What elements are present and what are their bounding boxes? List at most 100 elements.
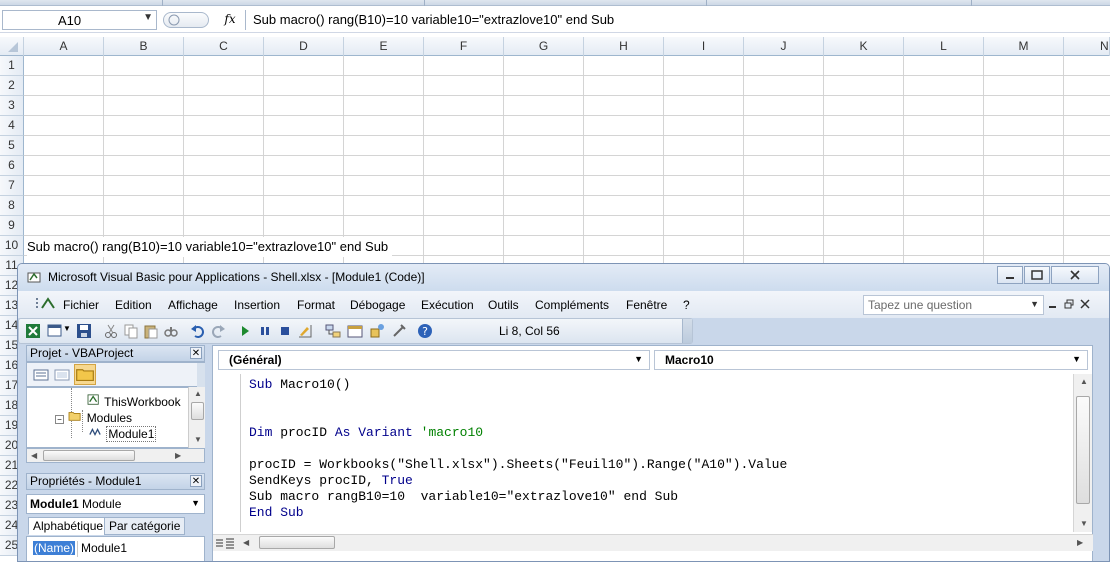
scroll-thumb[interactable] <box>43 450 135 461</box>
object-combo[interactable]: (Général) ▼ <box>218 350 650 370</box>
chevron-down-icon[interactable]: ▼ <box>634 354 643 364</box>
redo-icon[interactable] <box>210 323 226 339</box>
code-vertical-scrollbar[interactable]: ▲ ▼ <box>1073 374 1092 532</box>
project-tree-hscrollbar[interactable]: ◀ ▶ <box>26 448 205 463</box>
maximize-button[interactable] <box>1024 266 1050 284</box>
mdi-close-button[interactable] <box>1080 299 1090 312</box>
row-header[interactable]: 7 <box>0 176 24 196</box>
mdi-minimize-button[interactable] <box>1048 299 1058 312</box>
menu-outils[interactable]: Outils <box>488 298 519 312</box>
scroll-left-icon[interactable]: ◀ <box>31 451 37 460</box>
toggle-folders-button[interactable] <box>74 364 96 385</box>
properties-object-select[interactable]: Module1 Module ▼ <box>26 494 205 514</box>
row-header[interactable]: 5 <box>0 136 24 156</box>
copy-icon[interactable] <box>123 323 139 339</box>
paste-icon[interactable] <box>143 323 159 339</box>
chevron-down-icon[interactable]: ▼ <box>143 12 153 23</box>
project-explorer-icon[interactable] <box>325 323 341 339</box>
menu-affichage[interactable]: Affichage <box>168 298 218 312</box>
name-box[interactable]: A10 ▼ <box>2 10 157 30</box>
project-pane-close-button[interactable]: ✕ <box>190 347 202 359</box>
toolbar-overflow-button[interactable] <box>682 319 692 343</box>
property-key-name[interactable]: (Name) <box>33 541 76 555</box>
tab-par-categorie[interactable]: Par catégorie <box>104 517 186 535</box>
stop-icon[interactable] <box>277 323 293 339</box>
scroll-up-icon[interactable]: ▲ <box>1080 377 1088 386</box>
menu-complements[interactable]: Compléments <box>535 298 609 312</box>
menu-format[interactable]: Format <box>297 298 335 312</box>
help-icon[interactable]: ? <box>417 323 433 339</box>
vba-title-bar[interactable]: Microsoft Visual Basic pour Applications… <box>18 264 1109 291</box>
properties-pane-close-button[interactable]: ✕ <box>190 475 202 487</box>
find-icon[interactable] <box>163 323 179 339</box>
menu-fichier[interactable]: Fichier <box>63 298 99 312</box>
run-icon[interactable] <box>237 323 253 339</box>
column-header[interactable]: B <box>104 37 184 56</box>
undo-icon[interactable] <box>190 323 206 339</box>
scroll-left-icon[interactable]: ◀ <box>243 538 249 547</box>
property-value-name[interactable]: Module1 <box>77 541 201 557</box>
column-header[interactable]: M <box>984 37 1064 56</box>
insert-userform-icon[interactable] <box>47 323 63 339</box>
row-header[interactable]: 6 <box>0 156 24 176</box>
column-header[interactable]: N <box>1064 37 1110 56</box>
column-header[interactable]: C <box>184 37 264 56</box>
row-header[interactable]: 1 <box>0 56 24 76</box>
excel-view-icon[interactable] <box>25 323 41 339</box>
object-browser-icon[interactable] <box>369 323 385 339</box>
column-header[interactable]: I <box>664 37 744 56</box>
insert-function-button[interactable]: fx <box>218 12 242 28</box>
view-code-icon[interactable] <box>33 367 49 383</box>
tab-alphabetique[interactable]: Alphabétique <box>28 517 109 535</box>
row-header[interactable]: 10 <box>0 236 24 256</box>
chevron-down-icon[interactable]: ▼ <box>1030 299 1039 309</box>
collapse-icon[interactable]: − <box>55 415 64 424</box>
row-header[interactable]: 8 <box>0 196 24 216</box>
row-header[interactable]: 9 <box>0 216 24 236</box>
menu-help[interactable]: ? <box>683 298 690 312</box>
menu-edition[interactable]: Edition <box>115 298 152 312</box>
menu-insertion[interactable]: Insertion <box>234 298 280 312</box>
column-header[interactable]: K <box>824 37 904 56</box>
minimize-button[interactable] <box>997 266 1023 284</box>
pane-toolbar-overflow[interactable] <box>197 363 205 387</box>
scroll-thumb[interactable] <box>259 536 335 549</box>
row-header[interactable]: 4 <box>0 116 24 136</box>
tree-node-modules[interactable]: − Modules <box>55 410 132 425</box>
code-horizontal-scrollbar[interactable]: ◀ ▶ <box>237 534 1093 551</box>
scroll-right-icon[interactable]: ▶ <box>175 451 181 460</box>
column-header[interactable]: D <box>264 37 344 56</box>
mdi-restore-button[interactable] <box>1064 299 1074 312</box>
column-header[interactable]: F <box>424 37 504 56</box>
scroll-down-icon[interactable]: ▼ <box>194 435 202 444</box>
chevron-down-icon[interactable]: ▼ <box>191 498 200 508</box>
formula-bar-resize-handle[interactable] <box>163 12 209 28</box>
pause-icon[interactable] <box>257 323 273 339</box>
scroll-thumb[interactable] <box>1076 396 1090 504</box>
scroll-down-icon[interactable]: ▼ <box>1080 519 1088 528</box>
properties-window-icon[interactable] <box>347 323 363 339</box>
help-question-input[interactable]: Tapez une question ▼ <box>863 295 1044 315</box>
menu-fenetre[interactable]: Fenêtre <box>626 298 667 312</box>
chevron-down-icon[interactable]: ▼ <box>1072 354 1081 364</box>
column-header[interactable]: H <box>584 37 664 56</box>
code-editor[interactable]: Sub Macro10()​​Dim procID As Variant 'ma… <box>249 377 1069 533</box>
cut-icon[interactable] <box>103 323 119 339</box>
column-header[interactable]: L <box>904 37 984 56</box>
scroll-right-icon[interactable]: ▶ <box>1077 538 1083 547</box>
project-tree-scrollbar[interactable]: ▲ ▼ <box>188 387 205 448</box>
scroll-up-icon[interactable]: ▲ <box>194 389 202 398</box>
column-header[interactable]: J <box>744 37 824 56</box>
scroll-thumb[interactable] <box>191 402 204 420</box>
procedure-view-icon[interactable] <box>213 535 237 551</box>
menu-debogage[interactable]: Débogage <box>350 298 405 312</box>
code-margin[interactable] <box>213 374 241 532</box>
row-header[interactable]: 3 <box>0 96 24 116</box>
view-object-icon[interactable] <box>54 367 70 383</box>
design-mode-icon[interactable] <box>297 323 313 339</box>
column-header[interactable]: A <box>24 37 104 56</box>
select-all-button[interactable] <box>0 37 24 56</box>
tree-node-module1[interactable]: Module1 <box>87 426 157 442</box>
menu-execution[interactable]: Exécution <box>421 298 474 312</box>
formula-input[interactable]: Sub macro() rang(B10)=10 variable10="ext… <box>245 10 1108 30</box>
